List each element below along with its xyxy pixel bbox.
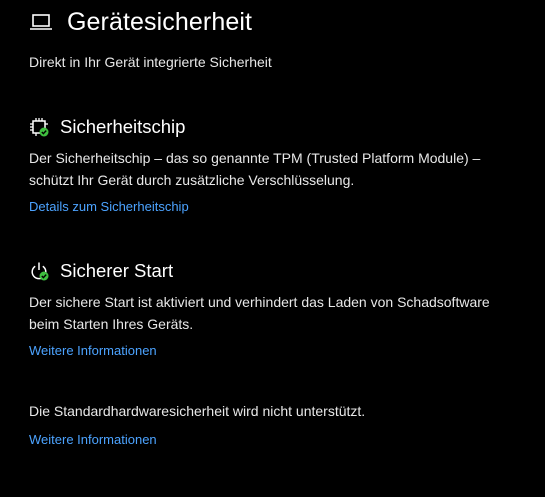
hardware-security-info-link[interactable]: Weitere Informationen	[29, 432, 157, 447]
page-subtitle: Direkt in Ihr Gerät integrierte Sicherhe…	[29, 54, 272, 70]
security-chip-title: Sicherheitschip	[60, 116, 186, 137]
power-check-icon	[29, 261, 49, 281]
chip-check-icon	[29, 117, 49, 137]
secure-boot-description-line2: beim Starten Ihres Geräts.	[29, 316, 194, 332]
security-chip-description-line2: schützt Ihr Gerät durch zusätzliche Vers…	[29, 172, 355, 188]
secure-boot-description: Der sichere Start ist aktiviert und verh…	[29, 291, 529, 335]
secure-boot-header: Sicherer Start	[29, 258, 173, 284]
security-chip-header: Sicherheitschip	[29, 114, 185, 140]
security-chip-description: Der Sicherheitschip – das so genannte TP…	[29, 147, 529, 191]
hardware-security-description: Die Standardhardwaresicherheit wird nich…	[29, 403, 366, 419]
secure-boot-info-link[interactable]: Weitere Informationen	[29, 343, 157, 358]
secure-boot-description-line1: Der sichere Start ist aktiviert und verh…	[29, 294, 490, 310]
page-title: Gerätesicherheit	[67, 7, 253, 36]
laptop-icon	[29, 12, 53, 32]
page-header: Gerätesicherheit	[29, 4, 252, 40]
security-chip-details-link[interactable]: Details zum Sicherheitschip	[29, 199, 189, 214]
security-chip-description-line1: Der Sicherheitschip – das so genannte TP…	[29, 150, 481, 166]
secure-boot-title: Sicherer Start	[60, 260, 174, 281]
